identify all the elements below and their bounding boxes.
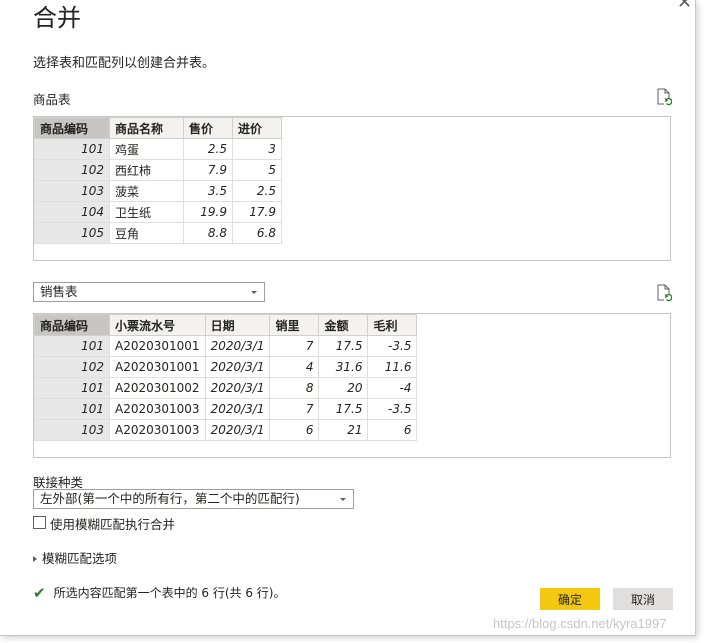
table-cell: -3.5 (367, 335, 418, 357)
table2-refresh-icon[interactable] (656, 284, 673, 302)
table-cell: 7 (269, 335, 320, 357)
table1-label: 商品表 (33, 92, 71, 107)
table-cell: 8 (269, 377, 320, 399)
table-row: 101 A2020301002 2020/3/1 8 20 -4 (34, 377, 418, 399)
table-cell: A2020301003 (109, 419, 206, 441)
table-row: 102 西红柿 7.9 5 (34, 159, 282, 181)
table-cell: 105 (34, 222, 110, 244)
table-cell: 102 (34, 356, 110, 378)
match-status-text: 所选内容匹配第一个表中的 6 行(共 6 行)。 (53, 586, 286, 600)
table-cell: 8.8 (183, 222, 233, 244)
chevron-right-icon (33, 556, 37, 562)
table-cell: 7.9 (183, 159, 233, 181)
table-cell: 6 (367, 419, 418, 441)
column-header[interactable]: 销里 (269, 314, 320, 336)
dialog-description: 选择表和匹配列以创建合并表。 (33, 56, 216, 71)
table-cell: 31.6 (318, 356, 369, 378)
column-header-selected[interactable]: 商品编码 (34, 117, 110, 139)
table-cell: 6 (269, 419, 320, 441)
table-cell: 102 (34, 159, 110, 181)
column-header[interactable]: 商品名称 (109, 117, 184, 139)
join-kind-select[interactable]: 左外部(第一个中的所有行，第二个中的匹配行) (33, 489, 354, 509)
table-cell: 17.5 (318, 398, 369, 420)
table-cell: A2020301002 (109, 377, 206, 399)
table-cell: 3 (232, 138, 282, 160)
table-cell: A2020301001 (109, 356, 206, 378)
close-icon[interactable]: ✕ (677, 0, 692, 12)
table-cell: 菠菜 (109, 180, 184, 202)
match-status: ✔ 所选内容匹配第一个表中的 6 行(共 6 行)。 (33, 584, 285, 602)
fuzzy-match-checkbox[interactable] (33, 516, 46, 529)
column-header[interactable]: 售价 (183, 117, 233, 139)
table2-grid: 商品编码 小票流水号 日期 销里 金额 毛利 101 A2020301001 2… (34, 314, 418, 441)
table-cell: 104 (34, 201, 110, 223)
table-cell: 2020/3/1 (204, 356, 271, 378)
table-cell: 4 (269, 356, 320, 378)
table-row: 105 豆角 8.8 6.8 (34, 222, 282, 244)
table-cell: 2.5 (183, 138, 233, 160)
second-table-select[interactable]: 销售表 (33, 282, 265, 302)
table-cell: 2020/3/1 (204, 398, 271, 420)
table-row: 104 卫生纸 19.9 17.9 (34, 201, 282, 223)
fuzzy-options-expander[interactable]: 模糊匹配选项 (33, 548, 117, 567)
watermark: https://blog.csdn.net/kyra1997 (493, 616, 667, 631)
table-cell: A2020301001 (109, 335, 206, 357)
table-cell: 鸡蛋 (109, 138, 184, 160)
table-row: 101 A2020301001 2020/3/1 7 17.5 -3.5 (34, 335, 418, 357)
table-cell: 2020/3/1 (204, 335, 271, 357)
table-cell: 101 (34, 335, 110, 357)
table-row: 103 菠菜 3.5 2.5 (34, 180, 282, 202)
table-cell: 2020/3/1 (204, 419, 271, 441)
table-cell: 豆角 (109, 222, 184, 244)
column-header[interactable]: 进价 (232, 117, 282, 139)
table-cell: -3.5 (367, 398, 418, 420)
table1-refresh-icon[interactable] (656, 88, 673, 106)
table-cell: 101 (34, 398, 110, 420)
table-cell: 17.9 (232, 201, 282, 223)
table-cell: 103 (34, 419, 110, 441)
table-cell: 3.5 (183, 180, 233, 202)
table-row: 101 鸡蛋 2.5 3 (34, 138, 282, 160)
fuzzy-options-label: 模糊匹配选项 (42, 551, 118, 566)
table1-preview[interactable]: 商品编码 商品名称 售价 进价 101 鸡蛋 2.5 3 102 西红柿 7.9 (33, 116, 671, 261)
chevron-down-icon (340, 498, 346, 501)
ok-button[interactable]: 确定 (540, 588, 600, 610)
column-header[interactable]: 毛利 (367, 314, 418, 336)
table-cell: 卫生纸 (109, 201, 184, 223)
table-cell: 7 (269, 398, 320, 420)
table-cell: 103 (34, 180, 110, 202)
table-cell: 20 (318, 377, 369, 399)
chevron-down-icon (251, 291, 257, 294)
table-cell: 101 (34, 138, 110, 160)
table-cell: 5 (232, 159, 282, 181)
table-cell: 19.9 (183, 201, 233, 223)
table-cell: 101 (34, 377, 110, 399)
table-cell: 2.5 (232, 180, 282, 202)
table-cell: 11.6 (367, 356, 418, 378)
table-row: 101 A2020301003 2020/3/1 7 17.5 -3.5 (34, 398, 418, 420)
table-cell: 2020/3/1 (204, 377, 271, 399)
merge-dialog: ✕ 合并 选择表和匹配列以创建合并表。 商品表 商品编码 商品名称 售价 进价 (0, 0, 696, 636)
second-table-select-value: 销售表 (40, 284, 78, 299)
table-cell: A2020301003 (109, 398, 206, 420)
join-kind-select-value: 左外部(第一个中的所有行，第二个中的匹配行) (40, 491, 300, 506)
column-header[interactable]: 小票流水号 (109, 314, 206, 336)
table2-preview[interactable]: 商品编码 小票流水号 日期 销里 金额 毛利 101 A2020301001 2… (33, 313, 671, 458)
cancel-button[interactable]: 取消 (613, 588, 673, 610)
table-row: 102 A2020301001 2020/3/1 4 31.6 11.6 (34, 356, 418, 378)
dialog-title: 合并 (33, 4, 81, 32)
table-cell: 西红柿 (109, 159, 184, 181)
table-cell: 21 (318, 419, 369, 441)
table-cell: 6.8 (232, 222, 282, 244)
column-header-selected[interactable]: 商品编码 (34, 314, 110, 336)
table-row: 103 A2020301003 2020/3/1 6 21 6 (34, 419, 418, 441)
column-header[interactable]: 日期 (204, 314, 271, 336)
fuzzy-match-checkbox-label[interactable]: 使用模糊匹配执行合并 (50, 514, 175, 533)
checkmark-icon: ✔ (33, 584, 46, 602)
table1-grid: 商品编码 商品名称 售价 进价 101 鸡蛋 2.5 3 102 西红柿 7.9 (34, 117, 282, 244)
table-cell: 17.5 (318, 335, 369, 357)
table-cell: -4 (367, 377, 418, 399)
column-header[interactable]: 金额 (318, 314, 369, 336)
